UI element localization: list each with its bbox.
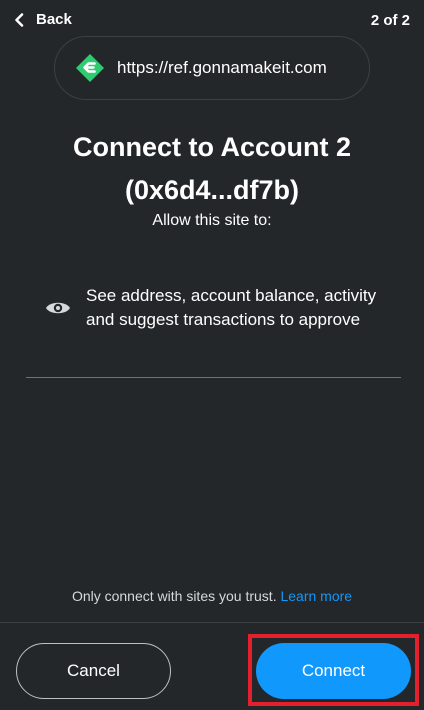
eye-icon (44, 299, 72, 317)
back-button[interactable]: Back (14, 11, 72, 28)
trust-note-text: Only connect with sites you trust. (71, 588, 277, 604)
site-origin-pill: https://ref.gonnamakeit.com (54, 36, 370, 100)
back-label: Back (36, 11, 72, 28)
chevron-left-icon (14, 12, 24, 27)
step-indicator: 2 of 2 (370, 12, 410, 29)
title-account-address: (0x6d4...df7b) (124, 175, 300, 205)
learn-more-link[interactable]: Learn more (280, 588, 352, 604)
site-url: https://ref.gonnamakeit.com (117, 58, 327, 77)
trust-note: Only connect with sites you trust. Learn… (0, 588, 424, 604)
title-account-name: Connect to Account 2 (72, 132, 351, 162)
footer-divider (0, 622, 424, 623)
connect-button[interactable]: Connect (256, 643, 411, 699)
gonnamakeit-logo-icon (75, 53, 105, 83)
cancel-button[interactable]: Cancel (16, 643, 171, 699)
divider (26, 377, 401, 378)
permissions-subtitle: Allow this site to: (152, 212, 272, 229)
permission-item: See address, account balance, activity a… (44, 284, 394, 332)
permission-text: See address, account balance, activity a… (86, 286, 377, 329)
page-title: Connect to Account 2 (0x6d4...df7b) (0, 126, 424, 212)
